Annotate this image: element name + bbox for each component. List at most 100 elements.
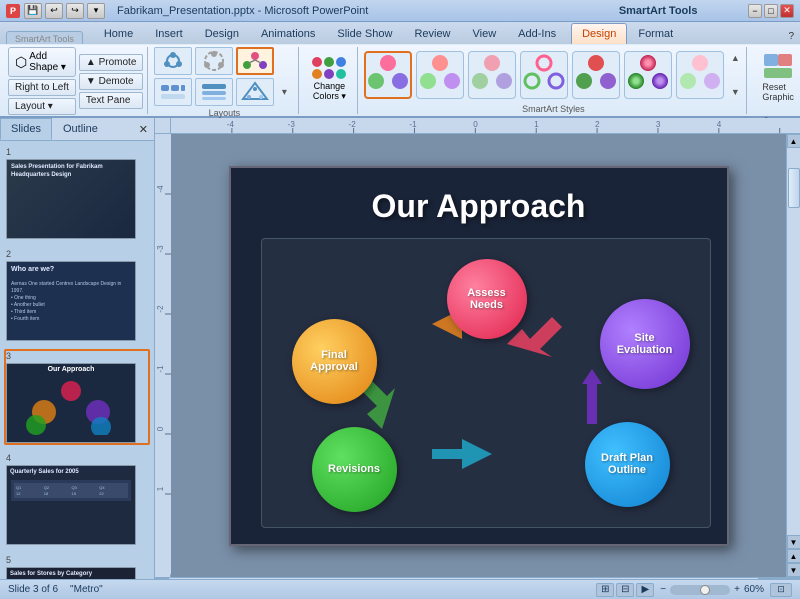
zoom-in-button[interactable]: + xyxy=(734,584,740,595)
promote-button[interactable]: ▲ Promote xyxy=(79,54,143,71)
slide-3-thumbnail[interactable]: Our Approach xyxy=(6,363,136,443)
slide-panel-close[interactable]: ✕ xyxy=(133,121,154,138)
demote-button[interactable]: ▼ Demote xyxy=(79,73,143,90)
scroll-left-button[interactable]: ◄ xyxy=(155,578,169,580)
style-icon-6[interactable] xyxy=(624,51,672,99)
slide-5-thumbnail[interactable]: Sales for Stores by Category xyxy=(6,567,136,579)
ribbon-content: ⬡ Add Shape ▾ Right to Left Layout ▾ ▲ P… xyxy=(0,44,800,116)
final-approval-circle[interactable]: FinalApproval xyxy=(292,319,377,404)
scroll-thumb-horizontal[interactable] xyxy=(229,579,309,580)
zoom-out-button[interactable]: − xyxy=(660,584,666,595)
slide-item-4[interactable]: 4 Quarterly Sales for 2005 Q1Q2Q3Q4 1218… xyxy=(4,451,150,547)
zoom-thumb[interactable] xyxy=(700,585,710,595)
slide-5-title: Sales for Stores by Category xyxy=(7,568,135,579)
tab-insert[interactable]: Insert xyxy=(144,23,194,44)
slideshow-button[interactable]: ▶ xyxy=(636,583,654,597)
pan-up-button[interactable]: ▲ xyxy=(787,549,800,563)
layout-icon-5[interactable] xyxy=(195,78,233,106)
assess-needs-circle[interactable]: AssessNeeds xyxy=(447,259,527,339)
pan-down-button[interactable]: ▼ xyxy=(787,563,800,577)
change-colors-button[interactable]: ChangeColors ▾ xyxy=(305,52,353,107)
revisions-circle[interactable]: Revisions xyxy=(312,427,397,512)
styles-scroll-down[interactable]: ▼ xyxy=(728,87,742,97)
smartart-diagram[interactable]: AssessNeeds SiteEvaluation Draft PlanOut… xyxy=(261,238,711,528)
slide-item-3-active[interactable]: 3 Our Approach xyxy=(4,349,150,445)
svg-text:1: 1 xyxy=(534,120,539,129)
window-controls[interactable]: − □ ✕ xyxy=(748,4,794,18)
outline-tab[interactable]: Outline xyxy=(52,118,109,140)
slide-1-thumbnail[interactable]: Sales Presentation for Fabrikam Headquar… xyxy=(6,159,136,239)
slide-canvas[interactable]: Our Approach xyxy=(229,166,729,546)
add-shape-button[interactable]: ⬡ Add Shape ▾ xyxy=(8,47,76,77)
layout-icon-3-active[interactable] xyxy=(236,47,274,75)
slide-workspace[interactable]: Our Approach xyxy=(171,134,786,577)
layout-icon-1[interactable] xyxy=(154,47,192,75)
slide-item-5[interactable]: 5 Sales for Stores by Category xyxy=(4,553,150,579)
tab-animations[interactable]: Animations xyxy=(250,23,326,44)
normal-view-button[interactable]: ⊞ xyxy=(596,583,614,597)
fit-window-button[interactable]: ⊡ xyxy=(770,583,792,597)
tab-smartart-design[interactable]: Design xyxy=(571,23,627,44)
style-icon-1-active[interactable] xyxy=(364,51,412,99)
color-circles-icon xyxy=(312,57,346,79)
style-icon-3[interactable] xyxy=(468,51,516,99)
slides-tab[interactable]: Slides xyxy=(0,118,52,140)
tab-design[interactable]: Design xyxy=(194,23,250,44)
slide-item-1[interactable]: 1 Sales Presentation for Fabrikam Headqu… xyxy=(4,145,150,241)
quick-access-redo[interactable]: ↪ xyxy=(66,3,84,19)
restore-button[interactable]: □ xyxy=(764,4,778,18)
pan-right-button[interactable]: ► xyxy=(786,578,800,580)
layout-icon-4[interactable] xyxy=(154,78,192,106)
status-right: ⊞ ⊟ ▶ − + 60% ⊡ xyxy=(596,583,792,597)
scroll-right-button[interactable]: ► xyxy=(758,578,772,580)
text-pane-button[interactable]: Text Pane xyxy=(79,92,143,109)
reset-graphic-button[interactable]: Reset Graphic xyxy=(753,47,800,107)
style-icon-5[interactable] xyxy=(572,51,620,99)
pan-left-button[interactable]: ◄ xyxy=(772,578,786,580)
create-graphic-buttons: ⬡ Add Shape ▾ Right to Left Layout ▾ xyxy=(8,47,76,115)
zoom-slider[interactable] xyxy=(670,585,730,595)
horizontal-scrollbar[interactable]: ◄ ► ◄ ► xyxy=(155,577,800,579)
tab-smartart-format[interactable]: Format xyxy=(627,23,684,44)
svg-text:0: 0 xyxy=(473,120,478,129)
status-left: Slide 3 of 6 "Metro" xyxy=(8,584,103,595)
layout-icon-6[interactable] xyxy=(236,78,274,106)
scroll-thumb-vertical[interactable] xyxy=(788,168,800,208)
promote-demote-buttons: ▲ Promote ▼ Demote Text Pane xyxy=(79,54,143,109)
slide-sorter-button[interactable]: ⊟ xyxy=(616,583,634,597)
tab-home[interactable]: Home xyxy=(93,23,144,44)
style-icon-4[interactable] xyxy=(520,51,568,99)
quick-access-undo[interactable]: ↩ xyxy=(45,3,63,19)
zoom-control[interactable]: − + 60% xyxy=(660,584,764,595)
tab-review[interactable]: Review xyxy=(403,23,461,44)
tab-view[interactable]: View xyxy=(462,23,508,44)
add-shape-label: Add Shape ▾ xyxy=(29,51,69,73)
close-button[interactable]: ✕ xyxy=(780,4,794,18)
vertical-scrollbar[interactable]: ▲ ▼ ▲ ▼ xyxy=(786,134,800,577)
slide-2-thumbnail[interactable]: Who are we? Aernas One started Centrex L… xyxy=(6,261,136,341)
style-icon-2[interactable] xyxy=(416,51,464,99)
tab-slideshow[interactable]: Slide Show xyxy=(326,23,403,44)
slide-title-text: Our Approach xyxy=(231,188,727,225)
scroll-track-horizontal[interactable] xyxy=(169,578,758,580)
scroll-track-vertical[interactable] xyxy=(787,148,800,535)
smartart-styles-scroll[interactable]: ▲ ▼ xyxy=(728,53,742,97)
quick-access-more[interactable]: ▾ xyxy=(87,3,105,19)
styles-scroll-up[interactable]: ▲ xyxy=(728,53,742,63)
site-evaluation-circle[interactable]: SiteEvaluation xyxy=(600,299,690,389)
minimize-button[interactable]: − xyxy=(748,4,762,18)
draft-plan-circle[interactable]: Draft PlanOutline xyxy=(585,422,670,507)
layout-button[interactable]: Layout ▾ xyxy=(8,98,76,115)
quick-access-save[interactable]: 💾 xyxy=(24,3,42,19)
slide-4-table: Q1Q2Q3Q4 12181522 xyxy=(11,480,131,501)
ribbon-help-icon[interactable]: ? xyxy=(782,29,800,44)
layout-icon-2[interactable] xyxy=(195,47,233,75)
layouts-scroll-btn[interactable]: ▾ xyxy=(277,78,291,106)
scroll-up-button[interactable]: ▲ xyxy=(787,134,800,148)
style-icon-7[interactable] xyxy=(676,51,724,99)
tab-addins[interactable]: Add-Ins xyxy=(507,23,567,44)
scroll-down-button[interactable]: ▼ xyxy=(787,535,800,549)
slide-4-thumbnail[interactable]: Quarterly Sales for 2005 Q1Q2Q3Q4 121815… xyxy=(6,465,136,545)
slide-item-2[interactable]: 2 Who are we? Aernas One started Centrex… xyxy=(4,247,150,343)
right-to-left-button[interactable]: Right to Left xyxy=(8,79,76,96)
